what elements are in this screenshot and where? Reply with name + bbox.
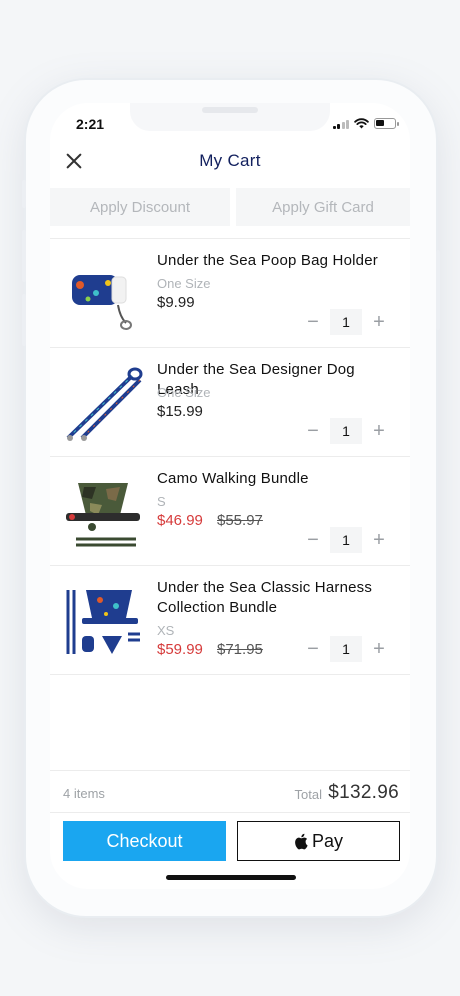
item-count: 4 items	[63, 786, 105, 801]
increase-quantity-button[interactable]: +	[366, 418, 392, 444]
quantity-value[interactable]: 1	[330, 309, 362, 335]
item-name[interactable]: Under the Sea Classic Harness Collection…	[157, 578, 392, 618]
quantity-stepper: − 1 +	[300, 527, 392, 553]
apple-pay-button[interactable]: Pay	[237, 821, 400, 861]
item-variant: One Size	[157, 385, 211, 400]
item-price: $15.99	[157, 403, 203, 420]
increase-quantity-button[interactable]: +	[366, 527, 392, 553]
cart-items-list: Under the Sea Poop Bag Holder One Size $…	[50, 239, 410, 675]
increase-quantity-button[interactable]: +	[366, 309, 392, 335]
decrease-quantity-button[interactable]: −	[300, 309, 326, 335]
quantity-stepper: − 1 +	[300, 309, 392, 335]
camo-walking-bundle-image	[66, 483, 140, 547]
checkout-button[interactable]: Checkout	[63, 821, 226, 861]
divider	[50, 812, 410, 813]
item-price: $9.99	[157, 294, 195, 311]
app-screen: 2:21 My Cart Apply Discount Apply Gift C…	[50, 103, 410, 889]
cart-item: Under the Sea Poop Bag Holder One Size $…	[50, 239, 410, 348]
divider	[50, 770, 410, 771]
harness-collection-bundle-image	[66, 590, 140, 654]
apply-discount-button[interactable]: Apply Discount	[50, 188, 230, 226]
decrease-quantity-button[interactable]: −	[300, 418, 326, 444]
battery-icon	[374, 118, 399, 129]
poop-bag-holder-image	[72, 275, 132, 330]
wifi-icon	[354, 118, 369, 129]
home-indicator[interactable]	[166, 875, 296, 880]
item-sale-price: $46.99	[157, 512, 203, 529]
notch	[130, 103, 330, 131]
decrease-quantity-button[interactable]: −	[300, 527, 326, 553]
cart-item: Under the Sea Designer Dog Leash One Siz…	[50, 348, 410, 457]
volume-down-button	[22, 294, 26, 346]
cellular-signal-icon	[332, 119, 349, 129]
quantity-stepper: − 1 +	[300, 418, 392, 444]
item-variant: S	[157, 494, 166, 509]
item-name[interactable]: Camo Walking Bundle	[157, 469, 392, 489]
volume-up-button	[22, 230, 26, 282]
item-original-price: $55.97	[217, 512, 263, 529]
apple-pay-label: Pay	[311, 830, 344, 851]
dog-leash-image	[66, 367, 143, 441]
decrease-quantity-button[interactable]: −	[300, 636, 326, 662]
apply-gift-card-button[interactable]: Apply Gift Card	[236, 188, 410, 226]
speaker	[202, 107, 258, 113]
status-time: 2:21	[76, 116, 105, 132]
quantity-value[interactable]: 1	[330, 636, 362, 662]
power-button	[436, 250, 440, 330]
quantity-stepper: − 1 +	[300, 636, 392, 662]
mute-switch	[22, 180, 26, 208]
cart-item: Camo Walking Bundle S $46.99 $55.97 − 1 …	[50, 457, 410, 566]
quantity-value[interactable]: 1	[330, 527, 362, 553]
item-variant: XS	[157, 623, 175, 638]
apple-icon	[295, 833, 308, 850]
increase-quantity-button[interactable]: +	[366, 636, 392, 662]
item-sale-price: $59.99	[157, 641, 203, 658]
item-original-price: $71.95	[217, 641, 263, 658]
quantity-value[interactable]: 1	[330, 418, 362, 444]
total-value: $132.96	[328, 782, 399, 803]
item-variant: One Size	[157, 276, 211, 291]
cart-item: Under the Sea Classic Harness Collection…	[50, 566, 410, 675]
item-name[interactable]: Under the Sea Poop Bag Holder	[157, 251, 392, 271]
page-title: My Cart	[199, 151, 261, 170]
status-icons	[332, 118, 399, 129]
total-label: Total	[294, 787, 322, 802]
